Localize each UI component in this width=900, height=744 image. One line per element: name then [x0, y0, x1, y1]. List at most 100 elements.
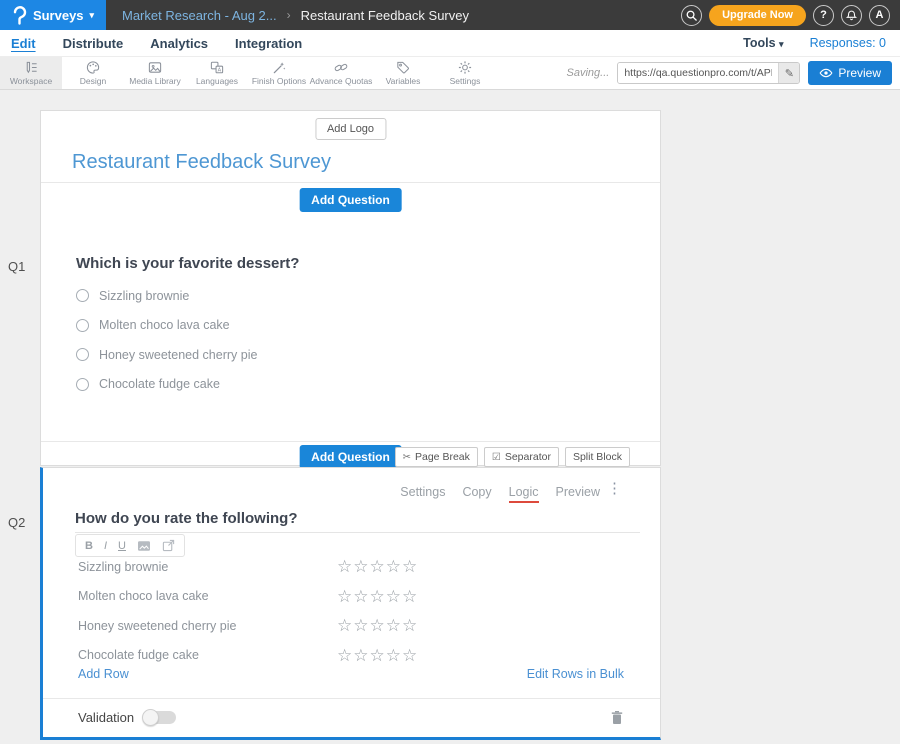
star-icon[interactable]: ☆ [370, 647, 385, 664]
image-icon [147, 60, 163, 75]
question-2-label: Q2 [8, 515, 25, 530]
star-icon[interactable]: ☆ [337, 617, 352, 634]
rating-row[interactable]: Molten choco lava cake ☆☆☆☆☆ [78, 582, 640, 612]
edit-url-button[interactable]: ✎ [778, 63, 799, 83]
insert-image-button[interactable] [137, 540, 151, 552]
insert-link-button[interactable] [162, 539, 175, 552]
tab-distribute[interactable]: Distribute [63, 36, 124, 51]
option-row[interactable]: Sizzling brownie [76, 281, 257, 311]
option-row[interactable]: Honey sweetened cherry pie [76, 340, 257, 370]
toolbar-item-variables[interactable]: Variables [372, 57, 434, 89]
breadcrumb-survey-name: Restaurant Feedback Survey [301, 8, 469, 23]
topbar-actions: Upgrade Now ? A [681, 5, 900, 26]
bold-button[interactable]: B [85, 540, 93, 552]
radio-icon[interactable] [76, 378, 89, 391]
add-logo-button[interactable]: Add Logo [315, 118, 386, 140]
breadcrumb-folder[interactable]: Market Research - Aug 2... [122, 8, 277, 23]
palette-icon [85, 60, 101, 75]
toolbar-item-settings[interactable]: Settings [434, 57, 496, 89]
account-avatar[interactable]: A [869, 5, 890, 26]
question-preview-link[interactable]: Preview [556, 485, 600, 503]
toolbar-item-finish-options[interactable]: Finish Options [248, 57, 310, 89]
question-2-block[interactable]: Settings Copy Logic Preview ⋮ How do you… [40, 467, 661, 740]
tools-menu[interactable]: Tools ▾ [743, 36, 783, 50]
toolbar-item-languages[interactable]: A Languages [186, 57, 248, 89]
toolbar-item-workspace[interactable]: Workspace [0, 57, 62, 89]
kebab-menu-icon[interactable]: ⋮ [607, 481, 622, 496]
tab-integration[interactable]: Integration [235, 36, 302, 51]
radio-icon[interactable] [76, 348, 89, 361]
separator-button[interactable]: ☑Separator [484, 447, 559, 467]
star-icon[interactable]: ☆ [402, 617, 417, 634]
question-1-label: Q1 [8, 259, 25, 274]
star-icon[interactable]: ☆ [370, 558, 385, 575]
gear-icon [457, 60, 473, 75]
chevron-down-icon: ▾ [90, 10, 95, 21]
preview-button[interactable]: Preview [808, 61, 892, 85]
star-icon[interactable]: ☆ [386, 647, 401, 664]
upgrade-now-button[interactable]: Upgrade Now [709, 5, 806, 26]
italic-button[interactable]: I [104, 540, 107, 552]
add-row-link[interactable]: Add Row [78, 667, 129, 681]
star-icon[interactable]: ☆ [337, 647, 352, 664]
add-question-button-bottom[interactable]: Add Question [299, 445, 402, 469]
star-icon[interactable]: ☆ [402, 558, 417, 575]
page-break-button[interactable]: ✂Page Break [395, 447, 478, 467]
trash-icon[interactable] [610, 710, 624, 725]
tab-analytics[interactable]: Analytics [150, 36, 208, 51]
edit-rows-in-bulk-link[interactable]: Edit Rows in Bulk [527, 667, 624, 681]
notifications-button[interactable] [841, 5, 862, 26]
validation-toggle[interactable] [144, 711, 176, 724]
split-block-button[interactable]: Split Block [565, 447, 630, 467]
divider [43, 698, 660, 699]
option-row[interactable]: Molten choco lava cake [76, 311, 257, 341]
question-1-text[interactable]: Which is your favorite dessert? [76, 255, 299, 272]
question-copy-link[interactable]: Copy [462, 485, 491, 503]
star-icon[interactable]: ☆ [353, 558, 368, 575]
help-button[interactable]: ? [813, 5, 834, 26]
question-1-options: Sizzling brownie Molten choco lava cake … [76, 281, 257, 399]
question-settings-link[interactable]: Settings [400, 485, 445, 503]
translate-icon: A [209, 60, 225, 75]
star-icon[interactable]: ☆ [337, 558, 352, 575]
toolbar-item-media-library[interactable]: Media Library [124, 57, 186, 89]
survey-title[interactable]: Restaurant Feedback Survey [72, 151, 331, 174]
search-button[interactable] [681, 5, 702, 26]
star-icon[interactable]: ☆ [353, 588, 368, 605]
rating-row[interactable]: Chocolate fudge cake ☆☆☆☆☆ [78, 641, 640, 671]
underline-button[interactable]: U [118, 540, 126, 552]
search-icon [685, 9, 698, 22]
star-icon[interactable]: ☆ [353, 617, 368, 634]
star-icon[interactable]: ☆ [402, 588, 417, 605]
radio-icon[interactable] [76, 289, 89, 302]
responses-count[interactable]: Responses: 0 [810, 36, 886, 50]
star-icon[interactable]: ☆ [353, 647, 368, 664]
star-icon[interactable]: ☆ [402, 647, 417, 664]
star-icon[interactable]: ☆ [386, 617, 401, 634]
survey-url-input[interactable] [618, 63, 778, 83]
star-icon[interactable]: ☆ [386, 588, 401, 605]
toolbar-item-advance-quotas[interactable]: Advance Quotas [310, 57, 372, 89]
surveys-product-menu[interactable]: Surveys ▾ [0, 0, 106, 30]
question-2-text[interactable]: How do you rate the following? [75, 510, 298, 527]
survey-url-group: ✎ [617, 62, 800, 84]
star-rating: ☆☆☆☆☆ [337, 647, 417, 664]
star-rating: ☆☆☆☆☆ [337, 588, 417, 605]
radio-icon[interactable] [76, 319, 89, 332]
star-icon[interactable]: ☆ [370, 617, 385, 634]
star-rating: ☆☆☆☆☆ [337, 558, 417, 575]
scissors-icon: ✂ [403, 452, 411, 463]
question-logic-link[interactable]: Logic [509, 485, 539, 503]
star-icon[interactable]: ☆ [337, 588, 352, 605]
star-icon[interactable]: ☆ [386, 558, 401, 575]
add-question-button-top[interactable]: Add Question [299, 188, 402, 212]
product-label: Surveys [33, 8, 84, 23]
star-icon[interactable]: ☆ [370, 588, 385, 605]
pencil-icon: ✎ [785, 67, 794, 80]
tab-edit[interactable]: Edit [11, 36, 36, 51]
option-row[interactable]: Chocolate fudge cake [76, 370, 257, 400]
rating-row[interactable]: Honey sweetened cherry pie ☆☆☆☆☆ [78, 611, 640, 641]
rating-row[interactable]: Sizzling brownie ☆☆☆☆☆ [78, 552, 640, 582]
toolbar-item-design[interactable]: Design [62, 57, 124, 89]
section-tabs: Edit Distribute Analytics Integration [0, 36, 302, 51]
